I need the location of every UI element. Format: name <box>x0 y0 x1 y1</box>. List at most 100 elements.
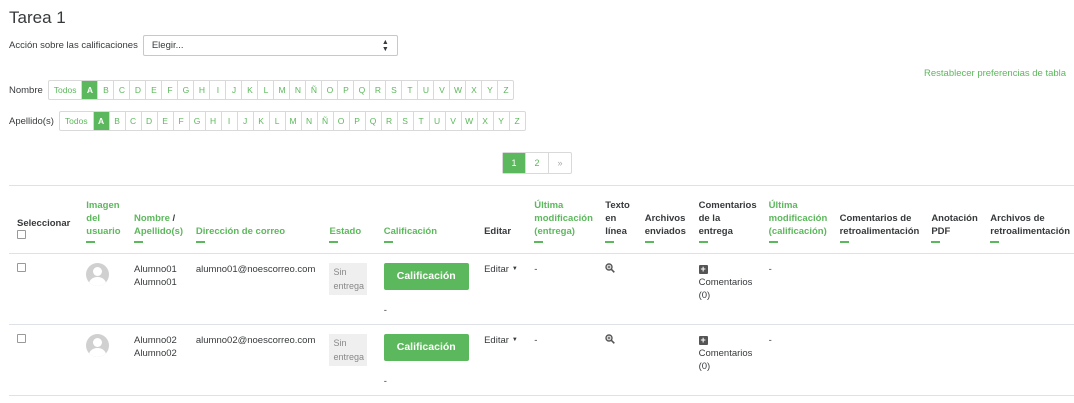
sort-toggle-icon[interactable] <box>534 240 544 243</box>
last-name-initial-letter-button[interactable]: W <box>460 112 477 130</box>
sort-toggle-icon[interactable] <box>839 240 849 243</box>
row-select-checkbox[interactable] <box>17 263 26 272</box>
sort-by-first-name-link[interactable]: Nombre <box>134 213 170 224</box>
col-picture[interactable]: Imagen del usuario <box>78 186 126 254</box>
first-name-initial-letter-button[interactable]: D <box>129 81 145 99</box>
sort-toggle-icon[interactable] <box>768 240 778 243</box>
first-name-initial-letter-button[interactable]: R <box>369 81 385 99</box>
sort-toggle-icon[interactable] <box>698 240 708 243</box>
last-name-initial-letter-button[interactable]: H <box>204 112 221 130</box>
last-name-initial-letter-button[interactable]: Z <box>508 112 525 130</box>
col-last-modified-grade[interactable]: Última modificación (calificación) <box>761 186 832 254</box>
sort-toggle-icon[interactable] <box>931 240 941 243</box>
first-name-initial-letter-button[interactable]: P <box>337 81 353 99</box>
last-name-initial-letter-button[interactable]: E <box>156 112 173 130</box>
last-name-initial-letter-button[interactable]: S <box>396 112 413 130</box>
grade-button[interactable]: Calificación <box>383 334 469 361</box>
first-name-initial-letter-button[interactable]: U <box>417 81 433 99</box>
last-name-initial-letter-button[interactable]: Q <box>364 112 381 130</box>
row-select-checkbox[interactable] <box>17 334 26 343</box>
sort-toggle-icon[interactable] <box>644 240 654 243</box>
last-name-initial-letter-button[interactable]: D <box>140 112 157 130</box>
first-name-initial-letter-button[interactable]: L <box>257 81 273 99</box>
sort-by-last-name-link[interactable]: Apellido(s) <box>134 225 184 238</box>
first-name-initial-letter-button[interactable]: Q <box>353 81 369 99</box>
magnifier-icon[interactable] <box>605 263 616 273</box>
plus-box-icon[interactable]: + <box>698 265 708 274</box>
first-name-initial-letter-button[interactable]: T <box>401 81 417 99</box>
user-avatar-icon[interactable] <box>86 263 110 286</box>
first-name-initial-letter-button[interactable]: C <box>113 81 129 99</box>
comments-link[interactable]: Comentarios <box>699 347 757 360</box>
grading-action-select[interactable]: Elegir... ▲ ▼ <box>142 35 398 56</box>
col-email[interactable]: Dirección de correo <box>188 186 322 254</box>
sort-toggle-icon[interactable] <box>134 240 144 243</box>
sort-toggle-icon[interactable] <box>329 240 339 243</box>
first-name-initial-all-button[interactable]: Todos <box>49 81 82 99</box>
last-name-initial-letter-button[interactable]: B <box>108 112 125 130</box>
last-name-initial-letter-button[interactable]: J <box>236 112 253 130</box>
edit-menu[interactable]: Editar ▼ <box>484 264 518 275</box>
sort-toggle-icon[interactable] <box>383 240 393 243</box>
first-name-initial-letter-button[interactable]: A <box>81 81 98 99</box>
sort-toggle-icon[interactable] <box>605 240 615 243</box>
first-name-initial-letter-button[interactable]: O <box>321 81 337 99</box>
plus-box-icon[interactable]: + <box>698 336 708 345</box>
last-name-initial-letter-button[interactable]: L <box>268 112 285 130</box>
page-2-button[interactable]: 2 <box>525 153 548 173</box>
first-name-initial-letter-button[interactable]: Ñ <box>305 81 321 99</box>
comments-link[interactable]: Comentarios <box>699 276 757 289</box>
first-name-initial-letter-button[interactable]: X <box>465 81 481 99</box>
last-name-initial-letter-button[interactable]: X <box>476 112 493 130</box>
col-last-modified-submission[interactable]: Última modificación (entrega) <box>526 186 597 254</box>
sort-toggle-icon[interactable] <box>195 240 205 243</box>
last-name-initial-letter-button[interactable]: P <box>348 112 365 130</box>
last-name-initial-all-button[interactable]: Todos <box>60 112 93 130</box>
sort-toggle-icon[interactable] <box>990 240 1000 243</box>
last-name-initial-letter-button[interactable]: G <box>188 112 205 130</box>
first-name-initial-letter-button[interactable]: M <box>273 81 289 99</box>
student-first-name[interactable]: Alumno01 <box>134 263 184 276</box>
last-name-initial-letter-button[interactable]: I <box>220 112 237 130</box>
user-avatar-icon[interactable] <box>86 334 110 357</box>
first-name-initial-letter-button[interactable]: B <box>97 81 113 99</box>
next-page-button[interactable]: » <box>548 153 571 173</box>
reset-table-preferences-link[interactable]: Restablecer preferencias de tabla <box>924 68 1066 79</box>
student-first-name[interactable]: Alumno02 <box>134 334 184 347</box>
col-grade[interactable]: Calificación <box>376 186 476 254</box>
first-name-initial-letter-button[interactable]: W <box>449 81 465 99</box>
first-name-initial-letter-button[interactable]: Y <box>481 81 497 99</box>
last-name-initial-letter-button[interactable]: K <box>252 112 269 130</box>
first-name-initial-letter-button[interactable]: S <box>385 81 401 99</box>
last-name-initial-letter-button[interactable]: V <box>444 112 461 130</box>
sort-toggle-icon[interactable] <box>86 240 96 243</box>
first-name-initial-letter-button[interactable]: I <box>209 81 225 99</box>
first-name-initial-letter-button[interactable]: N <box>289 81 305 99</box>
first-name-initial-letter-button[interactable]: K <box>241 81 257 99</box>
edit-menu[interactable]: Editar ▼ <box>484 335 518 346</box>
select-all-checkbox[interactable] <box>17 230 26 239</box>
last-name-initial-letter-button[interactable]: A <box>92 112 109 130</box>
grade-button[interactable]: Calificación <box>383 263 469 290</box>
last-name-initial-letter-button[interactable]: Ñ <box>316 112 333 130</box>
last-name-initial-letter-button[interactable]: C <box>124 112 141 130</box>
last-name-initial-letter-button[interactable]: N <box>300 112 317 130</box>
last-name-initial-letter-button[interactable]: O <box>332 112 349 130</box>
first-name-initial-letter-button[interactable]: V <box>433 81 449 99</box>
last-name-initial-letter-button[interactable]: R <box>380 112 397 130</box>
first-name-initial-letter-button[interactable]: H <box>193 81 209 99</box>
first-name-initial-letter-button[interactable]: J <box>225 81 241 99</box>
last-name-initial-letter-button[interactable]: U <box>428 112 445 130</box>
magnifier-icon[interactable] <box>605 334 616 344</box>
first-name-initial-letter-button[interactable]: G <box>177 81 193 99</box>
last-name-initial-letter-button[interactable]: T <box>412 112 429 130</box>
first-name-initial-letter-button[interactable]: Z <box>497 81 513 99</box>
status-badge: Sin entrega <box>329 263 368 295</box>
page-1-button[interactable]: 1 <box>503 153 525 173</box>
first-name-initial-letter-button[interactable]: F <box>161 81 177 99</box>
last-name-initial-letter-button[interactable]: Y <box>492 112 509 130</box>
first-name-initial-letter-button[interactable]: E <box>145 81 161 99</box>
last-name-initial-letter-button[interactable]: M <box>284 112 301 130</box>
col-status[interactable]: Estado <box>321 186 375 254</box>
last-name-initial-letter-button[interactable]: F <box>172 112 189 130</box>
